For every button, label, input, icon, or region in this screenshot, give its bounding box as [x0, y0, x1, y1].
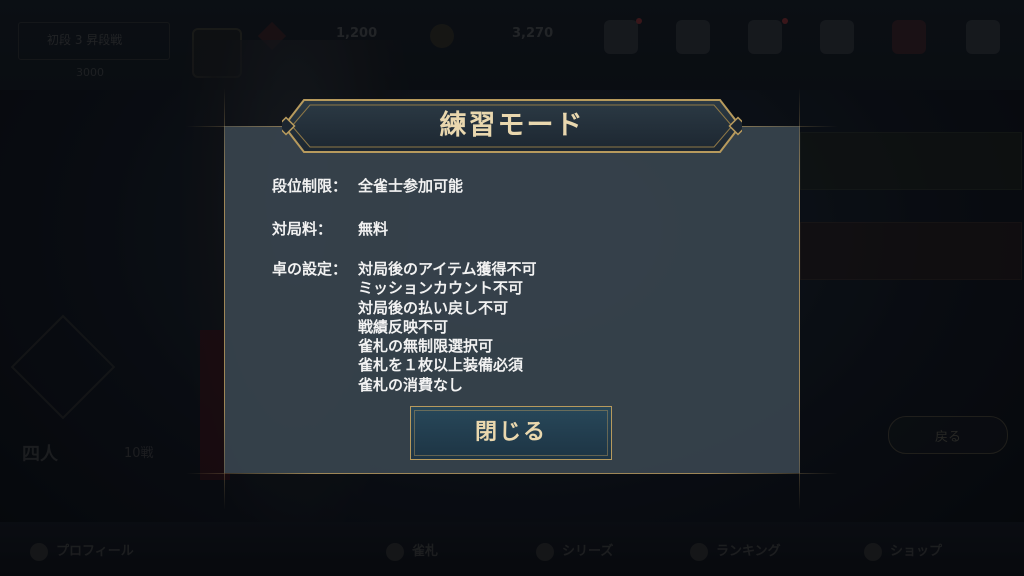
table-settings-label: 卓の設定：	[272, 260, 348, 278]
table-setting-item: 雀札の無制限選択可	[358, 337, 494, 356]
fee-label: 対局料：	[272, 220, 333, 238]
table-setting-item: ミッションカウント不可	[358, 279, 524, 298]
dialog-title: 練習モード	[439, 110, 585, 141]
dialog-bottom-rule	[186, 473, 838, 474]
title-banner: 練習モード	[282, 98, 742, 154]
close-button-label: 閉じる	[474, 420, 547, 445]
table-setting-item: 対局後のアイテム獲得不可	[358, 260, 537, 278]
table-setting-item: 雀札を１枚以上装備必須	[358, 356, 524, 375]
close-button[interactable]: 閉じる	[410, 406, 612, 460]
fee-value: 無料	[358, 220, 389, 238]
game-screen: 初段 3 昇段戦 3000 1,200 3,270 戻る 四人 10戦 プロフィ…	[0, 0, 1024, 576]
dialog-left-line	[224, 88, 225, 510]
table-setting-item: 雀札の消費なし	[358, 375, 464, 394]
table-settings-list: 対局後のアイテム獲得不可 ミッションカウント不可 対局後の払い戻し不可 戦績反映…	[358, 260, 537, 395]
rank-limit-value: 全雀士参加可能	[358, 177, 464, 195]
table-setting-item: 対局後の払い戻し不可	[358, 298, 509, 317]
rank-limit-label: 段位制限：	[272, 177, 348, 195]
table-setting-item: 戦績反映不可	[358, 317, 449, 336]
dialog-right-line	[799, 88, 800, 510]
